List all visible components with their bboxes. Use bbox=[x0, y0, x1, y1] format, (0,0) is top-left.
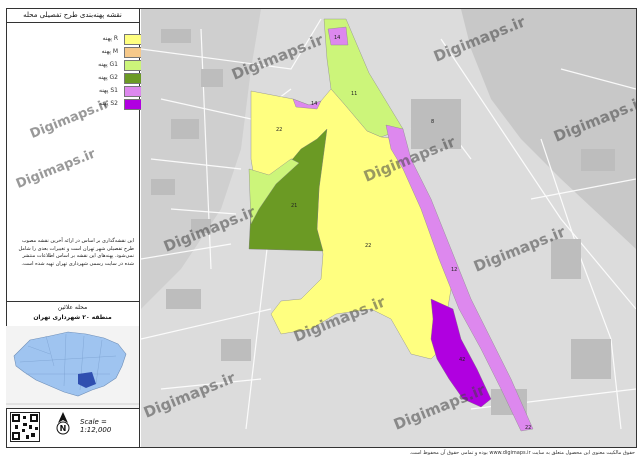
zone-label: 22 bbox=[276, 127, 282, 133]
zone-label: 22 bbox=[365, 243, 371, 249]
legend-label-s1: پهنه S1 bbox=[98, 87, 118, 94]
locator-inset-map bbox=[6, 326, 139, 409]
legend-panel: نقشه پهنه‌بندی طرح تفصیلی محله پهنه R په… bbox=[6, 8, 142, 448]
north-arrow-icon: N bbox=[56, 412, 70, 435]
district-info: محله علائین منطقه ۲۰ شهرداری تهران bbox=[6, 301, 139, 327]
map-scale: Scale = 1:12,000 bbox=[80, 418, 112, 434]
zone-label: 14 bbox=[334, 35, 340, 41]
zone-label: 42 bbox=[459, 357, 465, 363]
legend-label-g2: پهنه G2 bbox=[98, 74, 118, 81]
zone-label: 22 bbox=[525, 425, 531, 431]
qr-code-icon[interactable] bbox=[10, 412, 40, 442]
watermark-text: Digimaps.ir bbox=[28, 96, 112, 142]
zone-label: 14 bbox=[311, 101, 317, 107]
district-name: محله علائین bbox=[57, 304, 88, 311]
map-footer-block: N Scale = 1:12,000 bbox=[6, 408, 139, 446]
zone-label: 12 bbox=[451, 267, 457, 273]
legend-swatch-g2 bbox=[124, 73, 142, 84]
legend-item-m: پهنه M bbox=[96, 47, 142, 58]
legend-label-m: پهنه M bbox=[101, 48, 118, 55]
legend-item-s1: پهنه S1 bbox=[96, 86, 142, 97]
copyright-footer: حقوق مالکیت معنوی این محصول متعلق به سای… bbox=[409, 450, 635, 456]
zone-label: 11 bbox=[351, 91, 357, 97]
legend-swatch-s1 bbox=[124, 86, 142, 97]
zone-label: 8 bbox=[431, 119, 434, 125]
legend-label-g1: پهنه G1 bbox=[98, 61, 118, 68]
legend-item-g1: پهنه G1 bbox=[96, 60, 142, 71]
legend-item-g2: پهنه G2 bbox=[96, 73, 142, 84]
zone-label: 21 bbox=[291, 203, 297, 209]
legend-item-r: پهنه R bbox=[96, 34, 142, 45]
legend-swatch-m bbox=[124, 47, 142, 58]
description-text: این نقشه‌گذاری بر اساس در ارائه آخرین نق… bbox=[18, 238, 134, 267]
legend-swatch-g1 bbox=[124, 60, 142, 71]
legend-label-r: پهنه R bbox=[102, 35, 118, 42]
legend-swatch-s2 bbox=[124, 99, 142, 110]
legend-swatch-r bbox=[124, 34, 142, 45]
district-region: منطقه ۲۰ شهرداری تهران bbox=[33, 314, 112, 321]
locator-map-graphic bbox=[6, 326, 139, 408]
map-title: نقشه پهنه‌بندی طرح تفصیلی محله bbox=[6, 8, 139, 23]
watermark-text: Digimaps.ir bbox=[14, 146, 98, 192]
svg-text:N: N bbox=[60, 424, 67, 433]
map-canvas[interactable]: 14 11 14 22 21 22 12 42 22 8 Digimaps.ir… bbox=[141, 9, 636, 447]
